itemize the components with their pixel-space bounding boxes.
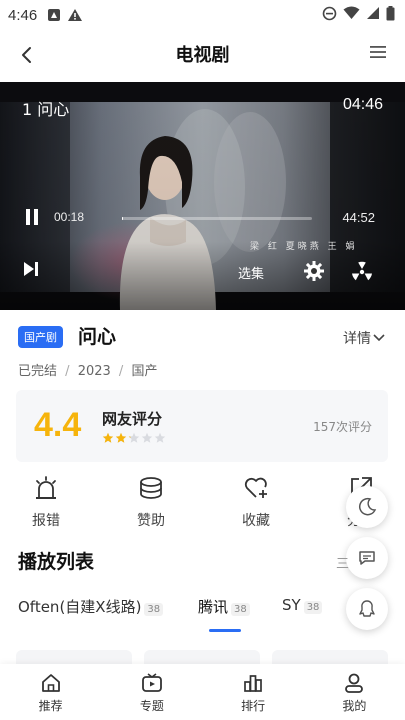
meta-separator: /: [65, 364, 70, 379]
nav-label: 排行: [241, 699, 266, 713]
video-player[interactable]: 1 问心 04:46 梁 红 夏晓燕 王 娟 00:18 44:52 选集: [0, 82, 405, 310]
comments-button[interactable]: [346, 537, 388, 579]
next-episode-button[interactable]: [22, 260, 40, 278]
rating-score: 4.4: [34, 406, 82, 444]
moon-icon: [359, 497, 377, 516]
bottom-nav: 推荐 专题 排行 我的: [0, 664, 405, 720]
chat-bubble-icon: [359, 551, 375, 565]
app-header: 电视剧: [0, 32, 405, 76]
back-button[interactable]: [14, 42, 40, 68]
home-icon: [41, 674, 60, 692]
rating-card[interactable]: 4.4 网友评分 157次评分: [16, 390, 388, 462]
player-clock: 04:46: [342, 96, 383, 113]
progress-bar[interactable]: [122, 217, 312, 220]
star-icon: [154, 432, 166, 443]
source-name: 腾讯: [198, 598, 229, 616]
app-notification-icon: [47, 8, 61, 22]
source-name: SY: [282, 596, 301, 614]
show-meta: 已完结 / 2023 / 国产: [18, 360, 157, 379]
status-bar: 4:46: [0, 0, 405, 30]
episode-title: 1 问心: [22, 100, 70, 119]
alarm-icon: [36, 476, 56, 499]
tv-icon: [141, 673, 162, 692]
details-label: 详情: [343, 331, 371, 347]
status-time: 4:46: [8, 6, 38, 24]
duration: 44:52: [342, 210, 375, 225]
favorite-button[interactable]: 收藏: [226, 474, 286, 530]
warning-icon: [67, 8, 83, 22]
nav-profile[interactable]: 我的: [304, 664, 405, 720]
star-icon: [141, 432, 153, 443]
source-count: 38: [144, 603, 164, 616]
show-title: 问心: [78, 326, 117, 348]
coins-icon: [140, 477, 162, 499]
details-link[interactable]: 详情: [343, 328, 385, 348]
battery-icon: [386, 5, 395, 25]
profile-icon: [345, 673, 364, 693]
action-row: 报错 赞助 收藏 分享: [0, 474, 405, 534]
genre-tag: 国产剧: [18, 326, 63, 348]
wifi-icon: [343, 6, 360, 24]
nav-label: 专题: [139, 699, 164, 713]
meta-separator: /: [118, 364, 124, 379]
active-tab-indicator: [209, 629, 241, 632]
episodes-button[interactable]: 选集: [238, 263, 264, 282]
pause-button[interactable]: [24, 208, 40, 226]
source-name: Often(自建X线路): [18, 598, 142, 616]
sponsor-button[interactable]: 赞助: [121, 474, 181, 530]
playlist-more[interactable]: 三: [336, 553, 349, 572]
ranking-icon: [244, 675, 262, 692]
show-year: 2023: [77, 364, 111, 379]
nav-recommend[interactable]: 推荐: [0, 664, 101, 720]
source-tab[interactable]: SY 38: [282, 596, 323, 614]
skip-next-icon: [24, 262, 38, 276]
playlist-title: 播放列表: [18, 551, 95, 573]
nav-topics[interactable]: 专题: [101, 664, 202, 720]
report-button[interactable]: 报错: [16, 474, 76, 530]
menu-icon: [370, 46, 386, 58]
action-label: 赞助: [137, 513, 165, 529]
pause-icon: [26, 209, 38, 225]
action-label: 报错: [32, 513, 60, 529]
cast-button[interactable]: [350, 260, 374, 284]
heart-plus-icon: [244, 477, 267, 498]
rating-count: 157次评分: [313, 420, 372, 434]
source-count: 38: [231, 603, 250, 616]
source-tab-active[interactable]: 腾讯 38: [198, 596, 250, 617]
rating-label: 网友评分: [102, 410, 163, 428]
source-tabs: Often(自建X线路) 38 腾讯 38 SY 38: [0, 592, 405, 632]
chevron-down-icon: [373, 334, 385, 342]
radiation-icon: [352, 261, 372, 281]
star-icon: [128, 432, 140, 443]
video-credits: 梁 红 夏晓燕 王 娟: [250, 242, 358, 252]
nav-label: 我的: [342, 699, 367, 713]
source-count: 38: [303, 601, 323, 614]
nav-ranking[interactable]: 排行: [203, 664, 304, 720]
star-icon: [102, 432, 114, 443]
dnd-icon: [322, 6, 337, 25]
night-mode-button[interactable]: [346, 486, 388, 528]
progress-fill: [122, 217, 124, 220]
signal-icon: [366, 6, 380, 24]
menu-button[interactable]: [369, 44, 389, 64]
nav-label: 推荐: [38, 699, 63, 713]
star-icon: [115, 432, 127, 443]
rating-stars: [102, 432, 166, 444]
current-time: 00:18: [54, 210, 85, 224]
action-label: 收藏: [242, 513, 270, 529]
settings-button[interactable]: [303, 260, 325, 282]
chevron-left-icon: [22, 47, 31, 63]
page-title: 电视剧: [175, 45, 230, 66]
gear-icon: [304, 261, 324, 281]
show-region: 国产: [131, 364, 158, 379]
source-tab[interactable]: Often(自建X线路) 38: [18, 596, 164, 617]
show-status: 已完结: [18, 364, 58, 379]
